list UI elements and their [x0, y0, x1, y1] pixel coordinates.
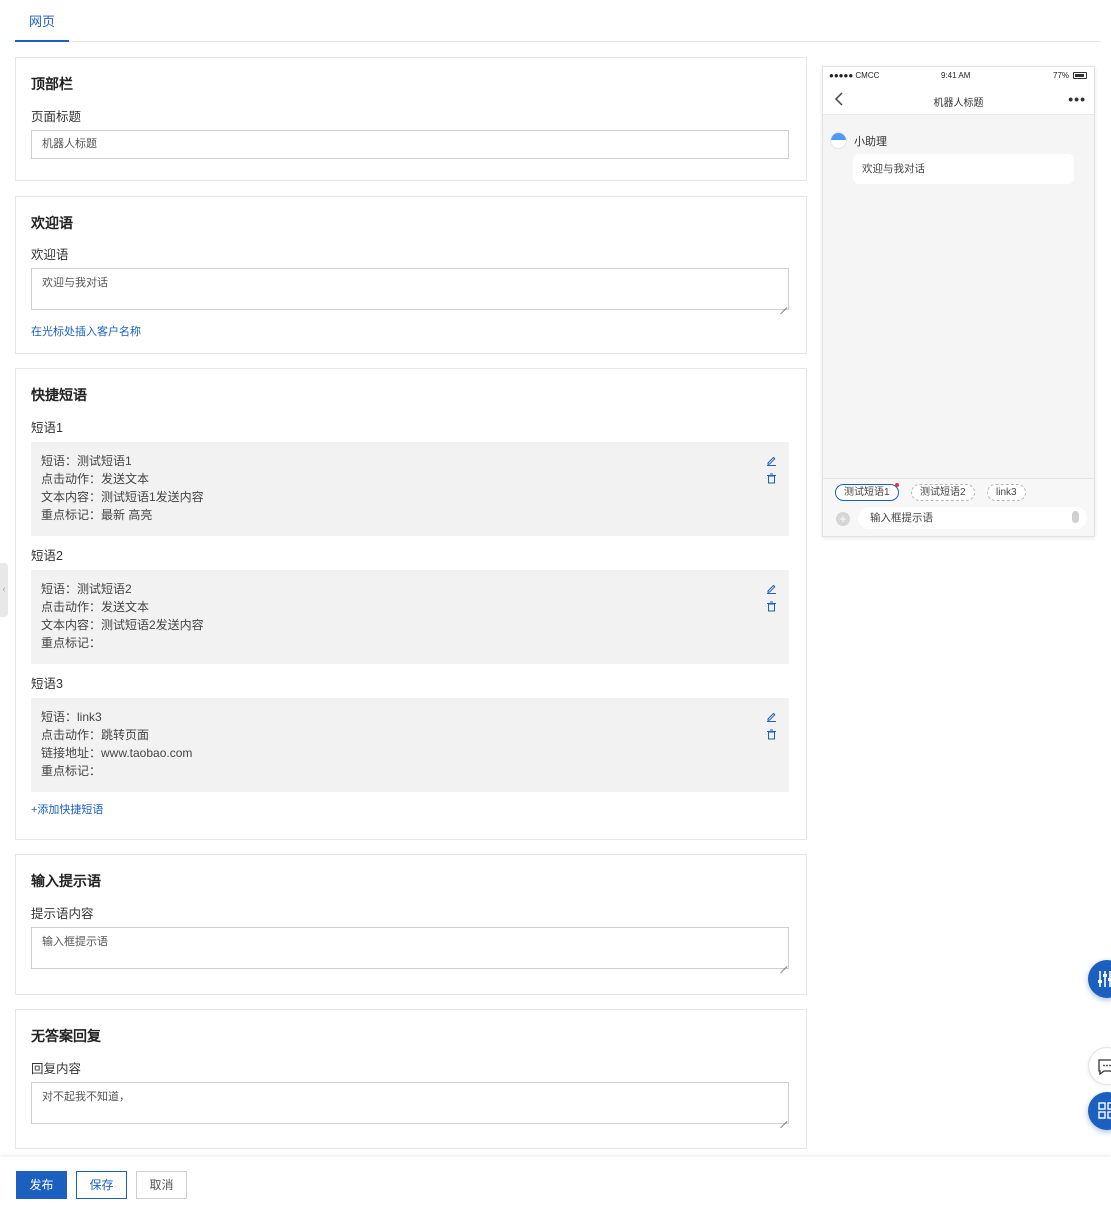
quick-phrase-chip[interactable]: 测试短语2 — [911, 484, 975, 501]
phrase-text: 短语：link3 — [41, 710, 102, 724]
more-icon[interactable]: ••• — [1068, 91, 1086, 107]
phrase-action: 点击动作：发送文本 — [41, 600, 150, 614]
no-answer-section: 无答案回复 回复内容 对不起我不知道， — [15, 1009, 807, 1149]
edit-icon[interactable] — [765, 711, 777, 723]
input-hint-textarea[interactable]: 输入框提示语 — [31, 927, 789, 969]
time-text: 9:41 AM — [941, 71, 971, 80]
section-title: 顶部栏 — [31, 76, 73, 92]
phrase-action: 点击动作：跳转页面 — [41, 728, 150, 742]
quick-phrases-section: 快捷短语 短语1 短语：测试短语1 点击动作：发送文本 文本内容：测试短语1发送… — [15, 368, 807, 840]
welcome-text: 欢迎与我对话 — [42, 277, 108, 289]
save-button[interactable]: 保存 — [76, 1171, 127, 1199]
field-label: 页面标题 — [31, 110, 82, 124]
phrase-link-url: 链接地址：www.taobao.com — [41, 746, 193, 760]
phrase-label: 短语3 — [31, 677, 63, 691]
collapse-handle[interactable]: ‹ — [0, 563, 8, 617]
phrase-card: 短语：测试短语1 点击动作：发送文本 文本内容：测试短语1发送内容 重点标记：最… — [31, 442, 789, 536]
phone-input-area: 测试短语1 测试短语2 link3 + 输入框提示语 — [823, 478, 1094, 536]
welcome-bubble: 欢迎与我对话 — [853, 154, 1074, 184]
page-title-input[interactable]: 机器人标题 — [31, 130, 789, 159]
top-bar-section: 顶部栏 页面标题 机器人标题 — [15, 57, 807, 181]
quick-phrase-chip[interactable]: link3 — [987, 484, 1026, 501]
phone-input[interactable]: 输入框提示语 — [858, 507, 1087, 529]
welcome-textarea[interactable]: 欢迎与我对话 — [31, 268, 789, 310]
edit-icon[interactable] — [765, 583, 777, 595]
tab-bar: 网页 — [15, 0, 1101, 42]
phone-preview: ●●●●● CMCC 9:41 AM 77% 机器人标题 ••• 小助理 欢迎与… — [822, 66, 1095, 537]
phrase-mark: 重点标记：最新 高亮 — [41, 508, 153, 522]
grid-icon[interactable] — [1088, 1092, 1111, 1130]
status-bar: ●●●●● CMCC 9:41 AM 77% — [823, 67, 1094, 85]
section-title: 输入提示语 — [31, 873, 101, 889]
sliders-icon[interactable] — [1088, 960, 1111, 998]
action-bar: 发布 保存 取消 — [0, 1157, 1111, 1205]
new-dot — [894, 483, 899, 487]
phrase-card: 短语：link3 点击动作：跳转页面 链接地址：www.taobao.com 重… — [31, 698, 789, 792]
mic-icon[interactable] — [1072, 511, 1079, 523]
no-answer-text: 对不起我不知道， — [42, 1091, 130, 1103]
delete-icon[interactable] — [765, 601, 777, 613]
section-title: 快捷短语 — [31, 387, 87, 403]
phrase-label: 短语2 — [31, 549, 63, 563]
phone-nav-bar: 机器人标题 ••• — [823, 85, 1094, 115]
quick-phrase-chip[interactable]: 测试短语1 — [835, 483, 899, 501]
carrier-text: ●●●●● CMCC — [829, 71, 880, 80]
bot-name: 小助理 — [854, 136, 887, 148]
battery-icon — [1073, 72, 1087, 79]
cancel-button[interactable]: 取消 — [136, 1171, 187, 1199]
bot-avatar — [830, 132, 847, 149]
chat-icon[interactable] — [1088, 1047, 1111, 1085]
phrase-content: 文本内容：测试短语2发送内容 — [41, 618, 204, 632]
tab-webpage[interactable]: 网页 — [15, 0, 69, 42]
section-title: 无答案回复 — [31, 1028, 101, 1044]
edit-icon[interactable] — [765, 455, 777, 467]
no-answer-textarea[interactable]: 对不起我不知道， — [31, 1082, 789, 1124]
phrase-card: 短语：测试短语2 点击动作：发送文本 文本内容：测试短语2发送内容 重点标记： — [31, 570, 789, 664]
resize-handle[interactable] — [780, 301, 787, 308]
publish-button[interactable]: 发布 — [16, 1171, 67, 1199]
insert-customer-name-link[interactable]: 在光标处插入客户名称 — [31, 323, 141, 339]
phrase-action: 点击动作：发送文本 — [41, 472, 150, 486]
input-hint-section: 输入提示语 提示语内容 输入框提示语 — [15, 854, 807, 995]
phrase-label: 短语1 — [31, 421, 63, 435]
field-label: 提示语内容 — [31, 907, 94, 921]
battery-text: 77% — [1053, 71, 1070, 80]
welcome-section: 欢迎语 欢迎语 欢迎与我对话 在光标处插入客户名称 — [15, 196, 807, 354]
phone-title: 机器人标题 — [933, 98, 984, 109]
phone-input-placeholder: 输入框提示语 — [870, 512, 933, 524]
input-hint-text: 输入框提示语 — [42, 936, 108, 948]
phrase-mark: 重点标记： — [41, 764, 102, 778]
resize-handle[interactable] — [780, 1115, 787, 1122]
resize-handle[interactable] — [780, 960, 787, 967]
phrase-content: 文本内容：测试短语1发送内容 — [41, 490, 204, 504]
delete-icon[interactable] — [765, 729, 777, 741]
phrase-mark: 重点标记： — [41, 636, 102, 650]
chip-label: 测试短语1 — [844, 487, 890, 498]
section-title: 欢迎语 — [31, 215, 73, 231]
phrase-text: 短语：测试短语2 — [41, 582, 132, 596]
delete-icon[interactable] — [765, 473, 777, 485]
phrase-text: 短语：测试短语1 — [41, 454, 132, 468]
add-quick-phrase-link[interactable]: +添加快捷短语 — [31, 801, 103, 817]
field-label: 回复内容 — [31, 1062, 82, 1076]
plus-icon[interactable]: + — [836, 512, 850, 526]
field-label: 欢迎语 — [31, 248, 69, 262]
